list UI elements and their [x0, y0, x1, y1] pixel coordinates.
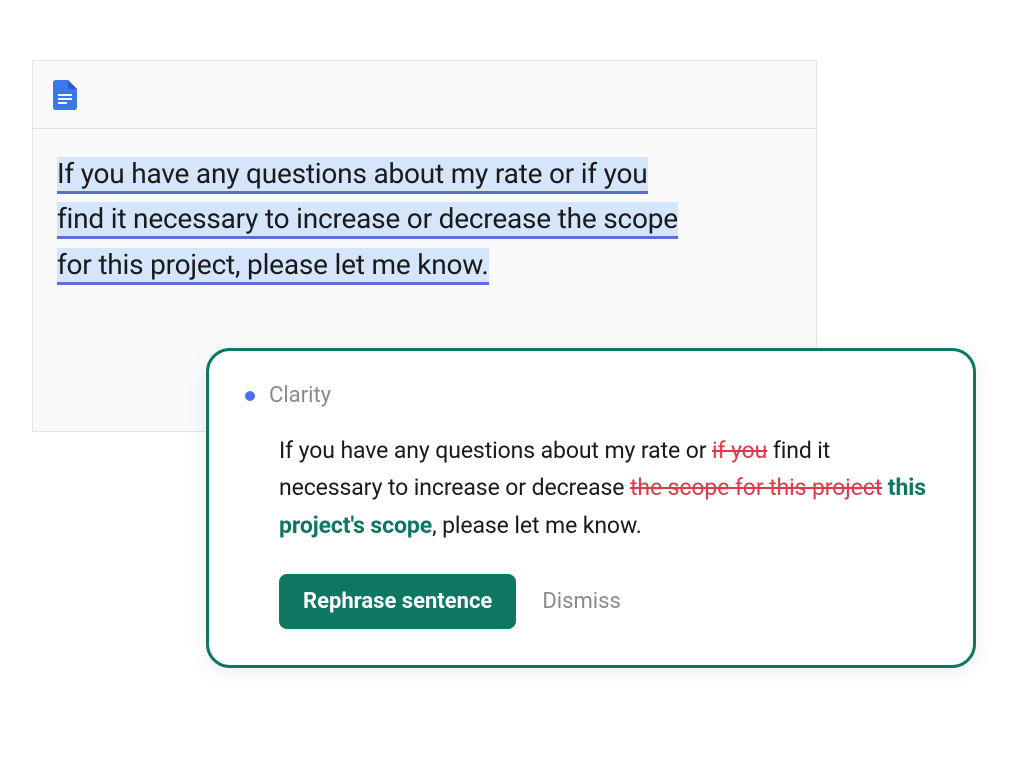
highlighted-line-1: If you have any questions about my rate … [57, 157, 648, 194]
editor-body[interactable]: If you have any questions about my rate … [33, 129, 816, 309]
suggestion-actions: Rephrase sentence Dismiss [245, 574, 937, 629]
text-segment: If you have any questions about my rate … [279, 437, 712, 464]
suggestion-header: Clarity [245, 383, 937, 408]
rephrase-button[interactable]: Rephrase sentence [279, 574, 516, 629]
editor-header [33, 61, 816, 129]
strikethrough-text: the scope for this project [630, 474, 882, 501]
strikethrough-text: if you [712, 437, 767, 464]
google-docs-icon [53, 80, 77, 110]
category-label: Clarity [269, 383, 331, 408]
highlighted-line-2: find it necessary to increase or decreas… [57, 202, 678, 239]
suggestion-text: If you have any questions about my rate … [245, 432, 937, 544]
highlighted-sentence[interactable]: If you have any questions about my rate … [57, 151, 792, 287]
text-segment: , please let me know. [432, 512, 642, 539]
dismiss-button[interactable]: Dismiss [542, 589, 621, 614]
highlighted-line-3: for this project, please let me know. [57, 248, 489, 285]
suggestion-card: Clarity If you have any questions about … [206, 348, 976, 668]
category-dot-icon [245, 391, 255, 401]
